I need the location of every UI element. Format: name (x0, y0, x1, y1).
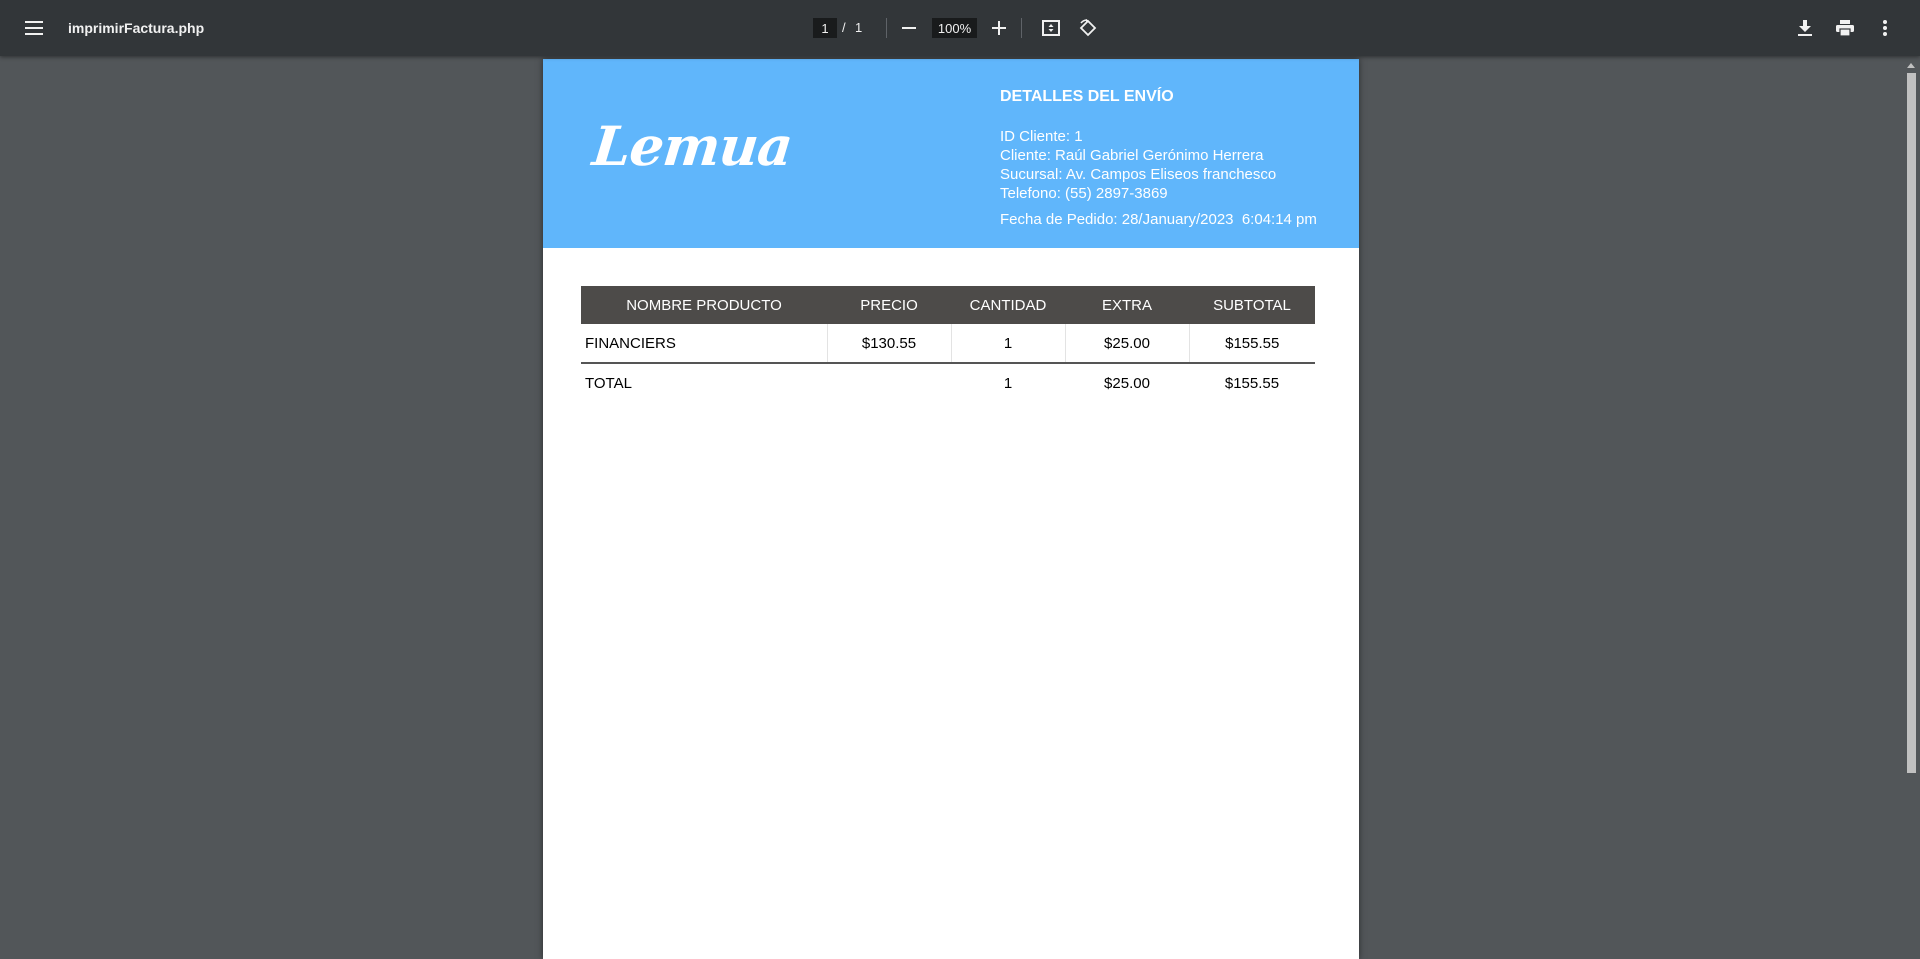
more-vert-icon (1883, 20, 1887, 36)
zoom-input[interactable] (932, 18, 977, 38)
table-header-row: NOMBRE PRODUCTO PRECIO CANTIDAD EXTRA SU… (581, 286, 1315, 324)
product-name-cell: FINANCIERS (581, 324, 828, 364)
extra-cell: $25.00 (1065, 324, 1190, 364)
scrollbar-thumb[interactable] (1907, 73, 1916, 773)
zoom-in-button[interactable] (982, 11, 1016, 45)
download-icon (1798, 20, 1812, 36)
pdf-viewer-area: Lemua DETALLES DEL ENVÍO ID Cliente: 1 C… (0, 56, 1920, 959)
column-header: NOMBRE PRODUCTO (581, 286, 827, 324)
order-date: Fecha de Pedido: 28/January/2023 6:04:14… (1000, 211, 1317, 228)
client-id: ID Cliente: 1 (1000, 128, 1083, 145)
menu-icon[interactable] (17, 11, 51, 45)
shipping-details-title: DETALLES DEL ENVÍO (1000, 88, 1174, 105)
zoom-out-button[interactable] (892, 11, 926, 45)
document-title: imprimirFactura.php (68, 20, 205, 36)
column-header: EXTRA (1065, 286, 1189, 324)
toolbar-divider (1021, 18, 1022, 38)
column-header: CANTIDAD (951, 286, 1065, 324)
page-separator: / (842, 20, 846, 35)
total-row: TOTAL 1 $25.00 $155.55 (581, 363, 1315, 402)
fit-page-button[interactable] (1034, 11, 1068, 45)
download-button[interactable] (1788, 11, 1822, 45)
total-label-cell: TOTAL (585, 374, 632, 392)
print-icon (1836, 20, 1854, 36)
quantity-cell: 1 (951, 324, 1066, 364)
plus-icon (992, 21, 1006, 35)
minus-icon (902, 27, 916, 29)
rotate-icon (1079, 19, 1097, 37)
rotate-button[interactable] (1071, 11, 1105, 45)
total-quantity-cell: 1 (1003, 374, 1013, 392)
company-logo: Lemua (589, 114, 796, 178)
print-button[interactable] (1828, 11, 1862, 45)
price-cell: $130.55 (827, 324, 952, 364)
branch-address: Sucursal: Av. Campos Eliseos franchesco (1000, 166, 1277, 183)
toolbar-divider (886, 18, 887, 38)
pdf-page: Lemua DETALLES DEL ENVÍO ID Cliente: 1 C… (543, 59, 1359, 959)
total-subtotal-cell: $155.55 (1224, 374, 1280, 392)
vertical-scrollbar[interactable] (1903, 56, 1920, 937)
table-row: FINANCIERS $130.55 1 $25.00 $155.55 (581, 324, 1315, 364)
subtotal-cell: $155.55 (1189, 324, 1315, 364)
page-number-input[interactable] (813, 18, 837, 38)
column-header: SUBTOTAL (1189, 286, 1315, 324)
invoice-header: Lemua DETALLES DEL ENVÍO ID Cliente: 1 C… (543, 59, 1359, 248)
client-phone: Telefono: (55) 2897-3869 (1000, 185, 1168, 202)
column-header: PRECIO (827, 286, 951, 324)
total-extra-cell: $25.00 (1104, 374, 1150, 392)
page-total: 1 (855, 20, 863, 35)
client-name: Cliente: Raúl Gabriel Gerónimo Herrera (1000, 147, 1264, 164)
pdf-viewer-toolbar: imprimirFactura.php / 1 (0, 0, 1920, 56)
fit-page-icon (1042, 20, 1060, 36)
more-options-button[interactable] (1868, 11, 1902, 45)
total-price-cell (827, 363, 951, 402)
scroll-up-arrow-icon[interactable] (1907, 63, 1915, 68)
invoice-table: NOMBRE PRODUCTO PRECIO CANTIDAD EXTRA SU… (581, 286, 1315, 402)
